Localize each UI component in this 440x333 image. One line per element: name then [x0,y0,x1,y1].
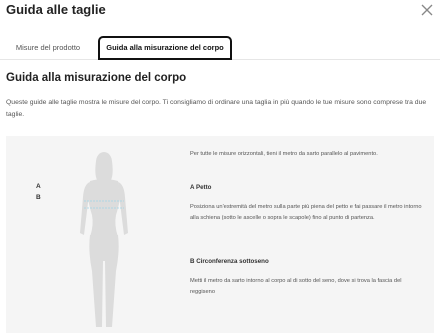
body-silhouette-icon [80,152,128,327]
modal-header: Guida alle taglie [0,0,440,24]
measurement-panel: A B Per tutte le misure orizzontali, tie… [6,136,434,333]
general-note: Per tutte le misure orizzontali, tieni i… [190,151,378,157]
marker-b-label: B [36,194,41,201]
measure-a-text: Posiziona un'estremità del metro sulla p… [190,204,422,221]
marker-a-label: A [36,183,41,190]
tab-body-measurement-guide[interactable]: Guida alla misurazione del corpo [98,36,232,60]
measure-a-title: A Petto [190,184,212,191]
tab-product-measurements[interactable]: Misure del prodotto [6,37,90,59]
close-icon[interactable] [420,3,434,17]
tab-bar: Misure del prodotto Guida alla misurazio… [0,24,440,60]
modal-title: Guida alle taglie [6,2,106,17]
intro-text: Queste guide alle taglie mostra le misur… [6,99,427,118]
measure-b-title: B Circonferenza sottoseno [190,258,269,265]
section-heading: Guida alla misurazione del corpo [6,72,187,84]
measure-b-text: Metti il metro da sarto intorno al corpo… [190,278,402,295]
